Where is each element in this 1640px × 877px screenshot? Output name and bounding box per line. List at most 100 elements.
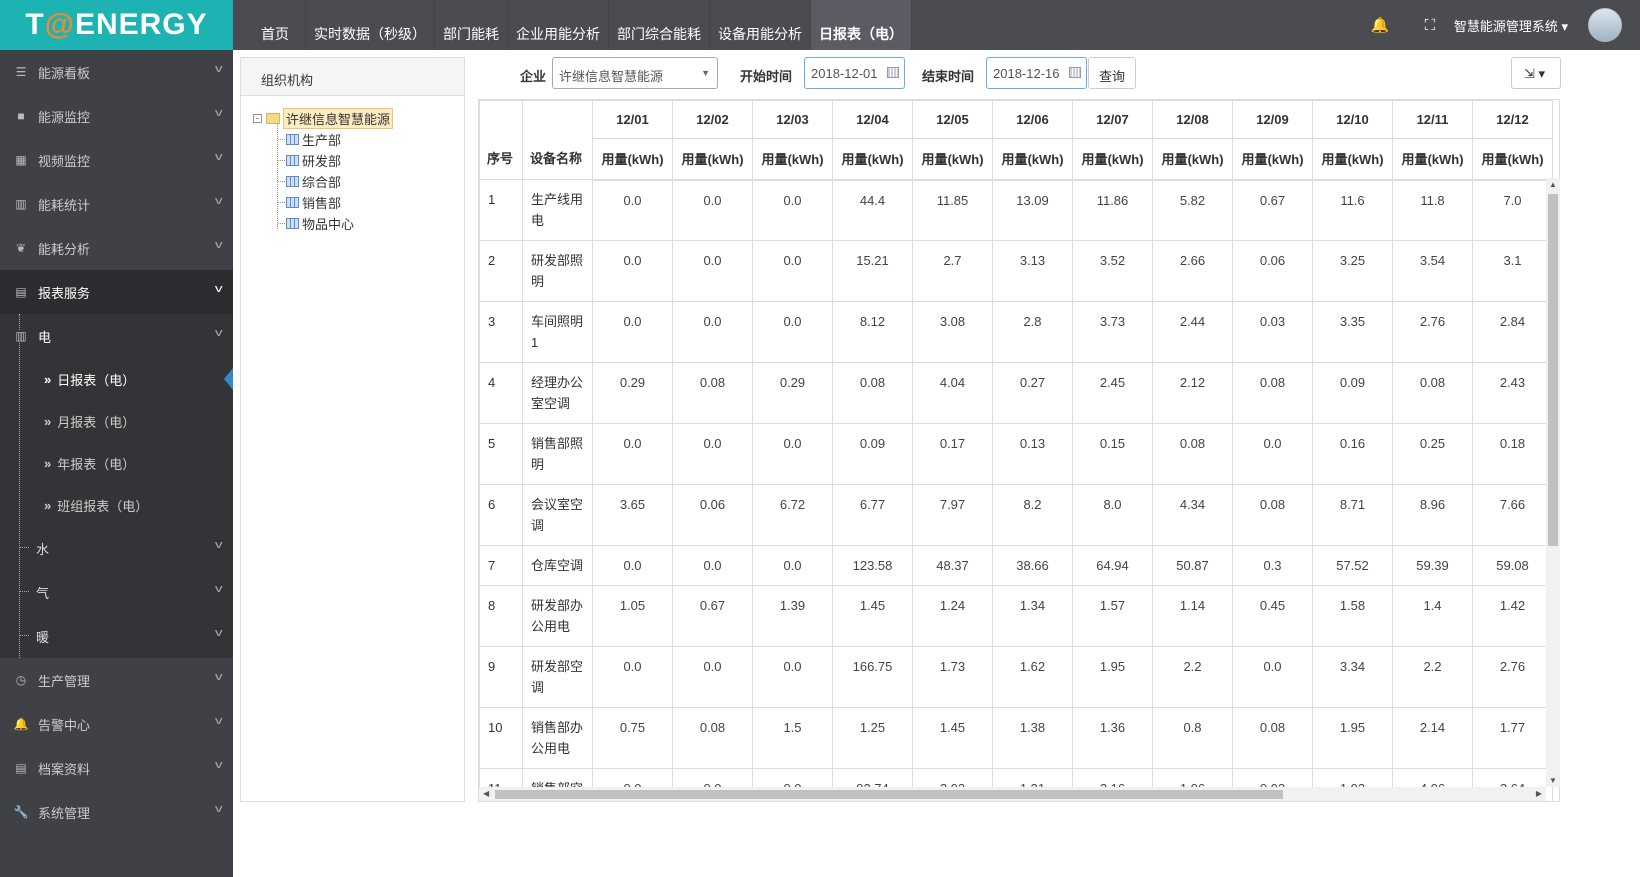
calendar-icon[interactable]	[1069, 67, 1081, 78]
cell-value: 8.96	[1392, 484, 1473, 546]
sidebar-item[interactable]: ▦ 视频监控 v	[0, 138, 233, 182]
cell-value: 0.13	[992, 423, 1073, 485]
cell-value: 11.86	[1072, 179, 1153, 241]
cell-value: 1.95	[1072, 646, 1153, 708]
sidebar-item[interactable]: ❦ 能耗分析 v	[0, 226, 233, 270]
query-button[interactable]: 查询	[1088, 57, 1137, 89]
cell-value: 3.73	[1072, 301, 1153, 363]
avatar[interactable]	[1588, 8, 1622, 42]
table-row: 8 研发部办公用电 1.05 0.67 1.39 1.45 1.24 1.34 1.57 1.14…	[479, 585, 1553, 647]
header-unit: 用量(kWh)	[592, 138, 673, 181]
filter-bar: 企业 许继信息智慧能源 ▼ 开始时间 2018-12-01 结束时间 2018-1…	[478, 57, 1561, 89]
cell-value: 0.16	[1312, 423, 1393, 485]
cell-value: 0.0	[592, 179, 673, 241]
system-menu[interactable]: 智慧能源管理系统 ▾	[1454, 16, 1568, 35]
sidebar-item-energy-type[interactable]: 暖v	[0, 614, 233, 658]
sidebar-item[interactable]: ■ 能源监控 v	[0, 94, 233, 138]
cell-device-name: 研发部办公用电	[522, 585, 593, 647]
nav-item[interactable]: 部门能耗	[435, 0, 508, 50]
nav-item[interactable]: 首页	[245, 0, 306, 50]
sidebar-item[interactable]: 🔧 系统管理 v	[0, 790, 233, 834]
cell-value: 0.0	[752, 301, 833, 363]
tree-node[interactable]: 综合部	[278, 172, 341, 191]
cell-value: 38.66	[992, 545, 1073, 586]
horizontal-scrollbar[interactable]: ◀ ▶	[479, 787, 1546, 801]
sidebar-item[interactable]: ▤ 档案资料 v	[0, 746, 233, 790]
tree-line	[19, 547, 29, 548]
tree-node[interactable]: 物品中心	[278, 214, 354, 233]
bar-chart-icon: ▥	[15, 197, 27, 211]
expand-icon[interactable]: ⛶	[1420, 17, 1440, 34]
company-select[interactable]: 许继信息智慧能源 ▼	[552, 57, 718, 89]
cell-device-name: 仓库空调	[522, 545, 593, 586]
start-label: 开始时间	[740, 69, 793, 84]
collapse-icon[interactable]: -	[253, 114, 262, 123]
sidebar-item-energy-type[interactable]: 气v	[0, 570, 233, 614]
sidebar-submenu: ▥ 电 v» 日报表（电）» 月报表（电）» 年报表（电）» 班组报表（电）水 v 气 v 暖 v	[0, 314, 233, 658]
cell-value: 0.0	[672, 423, 753, 485]
cell-value: 0.08	[832, 362, 913, 424]
nav-item[interactable]: 实时数据（秒级）	[306, 0, 435, 50]
sidebar-item-energy-type[interactable]: 水v	[0, 526, 233, 570]
cell-device-name: 生产线用电	[522, 179, 593, 241]
sidebar-item-label: 气	[36, 585, 50, 601]
sidebar-item-label: 档案资料	[38, 761, 91, 777]
cell-value: 2.66	[1152, 240, 1233, 302]
cell-index: 9	[479, 646, 523, 708]
cell-value: 1.45	[912, 707, 993, 769]
nav-item[interactable]: 日报表（电）	[811, 0, 912, 50]
bell-icon[interactable]: 🔔	[1370, 16, 1390, 34]
cell-value: 3.1	[1472, 240, 1553, 302]
export-button[interactable]: ⇲ ▾	[1511, 57, 1561, 89]
sidebar-subitem[interactable]: » 日报表（电）	[0, 358, 233, 400]
sidebar-item[interactable]: ▥ 能耗统计 v	[0, 182, 233, 226]
cell-value: 11.6	[1312, 179, 1393, 241]
cell-value: 48.37	[912, 545, 993, 586]
cell-value: 6.77	[832, 484, 913, 546]
cell-value: 0.75	[592, 707, 673, 769]
table-icon	[286, 155, 299, 166]
cell-value: 13.09	[992, 179, 1073, 241]
end-date-input[interactable]: 2018-12-16	[986, 57, 1087, 89]
sidebar-item[interactable]: ☰ 能源看板 v	[0, 50, 233, 94]
tree-node[interactable]: 研发部	[278, 151, 341, 170]
cell-value: 2.84	[1472, 301, 1553, 363]
wrench-icon: 🔧	[13, 805, 29, 819]
tree-line	[278, 160, 285, 161]
cell-value: 0.3	[1232, 545, 1313, 586]
sidebar-item-electric[interactable]: ▥ 电 v	[0, 314, 233, 358]
calendar-icon[interactable]	[887, 67, 899, 78]
cell-value: 123.58	[832, 545, 913, 586]
cell-value: 0.0	[592, 240, 673, 302]
cell-value: 8.71	[1312, 484, 1393, 546]
sidebar-item-label: 能耗分析	[38, 241, 91, 257]
sidebar-item[interactable]: ▤ 报表服务 v	[0, 270, 233, 314]
tree-node[interactable]: 销售部	[278, 193, 341, 212]
sidebar-item-label: 电	[38, 329, 52, 345]
cell-value: 2.8	[992, 301, 1073, 363]
sidebar-subitem[interactable]: » 月报表（电）	[0, 400, 233, 442]
sidebar-item-label: 视频监控	[38, 153, 91, 169]
tree-root[interactable]: - 许继信息智慧能源	[253, 108, 394, 129]
cell-value: 3.08	[912, 301, 993, 363]
sidebar-subitem[interactable]: » 年报表（电）	[0, 442, 233, 484]
sidebar-subitem[interactable]: » 班组报表（电）	[0, 484, 233, 526]
vertical-scrollbar[interactable]: ▲ ▼	[1546, 178, 1560, 787]
sidebar-item[interactable]: 🔔 告警中心 v	[0, 702, 233, 746]
tree-title: 组织机构	[241, 58, 464, 96]
cell-value: 3.65	[592, 484, 673, 546]
nav-item[interactable]: 企业用能分析	[508, 0, 609, 50]
cell-value: 0.08	[1232, 362, 1313, 424]
cell-value: 0.0	[752, 646, 833, 708]
tree-node[interactable]: 生产部	[278, 130, 341, 149]
header-date: 12/10	[1312, 100, 1393, 139]
cell-value: 0.08	[1232, 484, 1313, 546]
table-row: 7 仓库空调 0.0 0.0 0.0 123.58 48.37 38.66 64.94 50.87…	[479, 545, 1553, 586]
nav-item[interactable]: 设备用能分析	[710, 0, 811, 50]
bell-icon: 🔔	[13, 717, 29, 731]
nav-item[interactable]: 部门综合能耗	[609, 0, 710, 50]
tree-node-label: 物品中心	[302, 217, 355, 232]
start-date-input[interactable]: 2018-12-01	[804, 57, 905, 89]
sidebar-item[interactable]: ◷ 生产管理 v	[0, 658, 233, 702]
dashboard-icon: ☰	[15, 65, 27, 79]
